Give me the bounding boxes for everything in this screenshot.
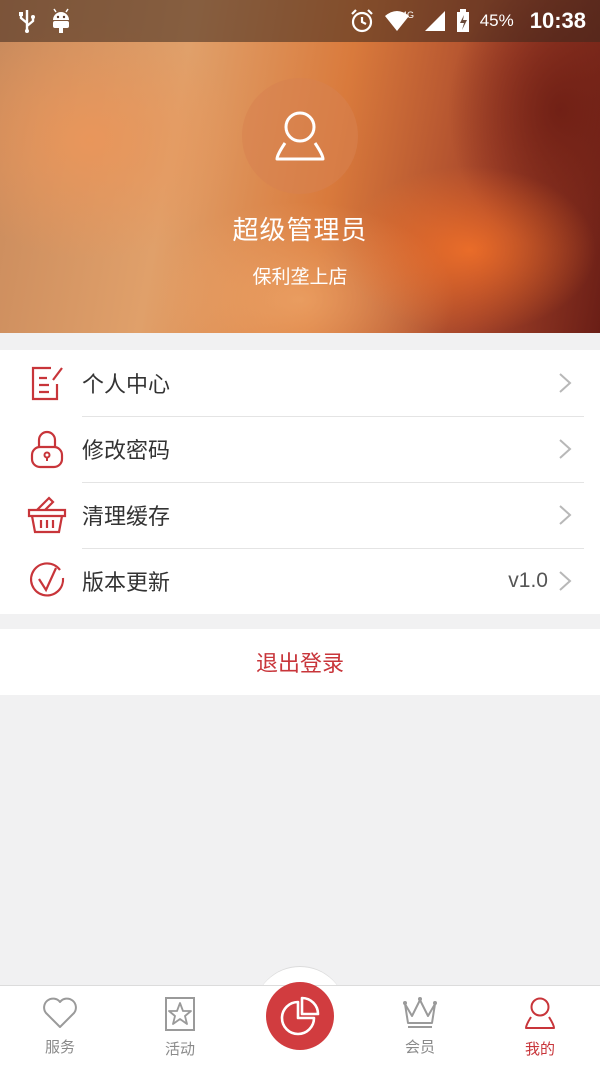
tab-label: 服务 bbox=[44, 1038, 75, 1056]
menu-item-label: 个人中心 bbox=[82, 373, 171, 398]
tab-mine[interactable]: 我的 bbox=[480, 986, 600, 1067]
menu-item-change-password[interactable]: 修改密码 bbox=[0, 416, 600, 482]
pie-chart-icon bbox=[280, 996, 320, 1036]
tab-member[interactable]: 会员 bbox=[360, 986, 480, 1067]
menu-item-clear-cache[interactable]: 清理缓存 bbox=[0, 482, 600, 548]
alarm-icon bbox=[350, 9, 374, 33]
version-value: v1.0 bbox=[508, 569, 548, 592]
check-circle-icon bbox=[26, 560, 68, 602]
battery-percent: 45% bbox=[479, 11, 514, 30]
heart-icon bbox=[43, 997, 77, 1028]
android-icon bbox=[50, 8, 72, 34]
tab-service[interactable]: 服务 bbox=[0, 986, 120, 1067]
user-icon bbox=[525, 997, 555, 1029]
menu-item-label: 清理缓存 bbox=[82, 505, 171, 530]
wifi-icon: 4G bbox=[384, 9, 414, 33]
star-icon bbox=[165, 997, 195, 1031]
signal-icon bbox=[424, 10, 446, 32]
menu-item-label: 版本更新 bbox=[82, 571, 171, 596]
tab-label: 活动 bbox=[164, 1040, 195, 1058]
battery-icon bbox=[456, 9, 470, 33]
chevron-right-icon bbox=[559, 439, 572, 459]
logout-button[interactable]: 退出登录 bbox=[0, 629, 600, 695]
tab-label: 会员 bbox=[404, 1038, 435, 1056]
user-icon bbox=[275, 111, 325, 161]
lock-icon bbox=[26, 428, 68, 470]
status-bar: 4G 45% 10:38 bbox=[0, 0, 600, 42]
center-action-button[interactable] bbox=[266, 982, 334, 1050]
clock: 10:38 bbox=[529, 8, 586, 33]
chevron-right-icon bbox=[559, 373, 572, 393]
crown-icon bbox=[403, 997, 437, 1028]
menu-item-version-update[interactable]: 版本更新 v1.0 bbox=[0, 548, 600, 614]
menu-item-label: 修改密码 bbox=[82, 439, 171, 464]
settings-menu: 个人中心 修改密码 清理缓存 版本更新 v1.0 bbox=[0, 350, 600, 614]
chevron-right-icon bbox=[559, 505, 572, 525]
usb-icon bbox=[18, 9, 36, 33]
network-label: 4G bbox=[402, 10, 414, 20]
edit-document-icon bbox=[26, 362, 68, 404]
user-name: 超级管理员 bbox=[232, 216, 368, 246]
tab-label: 我的 bbox=[524, 1040, 555, 1058]
menu-item-personal-center[interactable]: 个人中心 bbox=[0, 350, 600, 416]
store-name: 保利垄上店 bbox=[252, 266, 348, 288]
avatar[interactable] bbox=[242, 78, 358, 194]
basket-icon bbox=[26, 494, 68, 536]
profile-header: 超级管理员 保利垄上店 bbox=[0, 0, 600, 333]
chevron-right-icon bbox=[559, 571, 572, 591]
tab-activity[interactable]: 活动 bbox=[120, 986, 240, 1067]
